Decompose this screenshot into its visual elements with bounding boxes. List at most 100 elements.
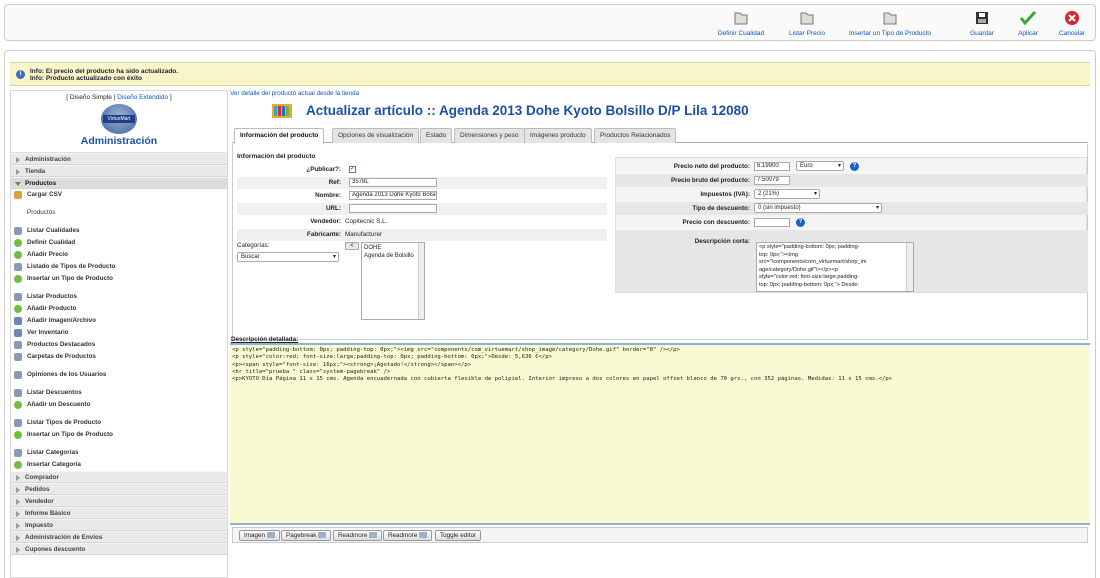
- net-price-row: Precio neto del producto: 6.19900 Euro ?: [616, 160, 1088, 173]
- content-area: Ver detalle del producto actual desde la…: [230, 90, 1090, 578]
- cancel-icon: [1065, 11, 1079, 25]
- tax-select[interactable]: 2 (21%): [754, 189, 820, 199]
- sidebar-item[interactable]: Añadir Imagen/Archivo: [11, 315, 227, 327]
- csv-icon: [14, 191, 22, 199]
- tab-status[interactable]: Estado: [420, 128, 453, 143]
- sidebar-section[interactable]: Pedidos: [11, 483, 227, 495]
- aplicar-button[interactable]: Aplicar: [1013, 9, 1043, 39]
- sidebar-item[interactable]: Productos Destacados: [11, 339, 227, 351]
- editor-button-bar: Imagen Pagebreak Readmore Readmore Toggl…: [232, 527, 1088, 543]
- sidebar-item[interactable]: Añadir un Descuento: [11, 399, 227, 411]
- manufacturer-value: Manufacturer: [345, 231, 383, 238]
- folder-icon: [734, 12, 748, 25]
- sidebar-item[interactable]: Ver Inventario: [11, 327, 227, 339]
- sidebar-section[interactable]: Cupones descuento: [11, 543, 227, 555]
- sidebar-item[interactable]: Insertar un Tipo de Producto: [11, 273, 227, 285]
- page-title: Actualizar artículo :: Agenda 2013 Dohe …: [306, 103, 749, 118]
- sidebar-item[interactable]: Cargar CSV: [11, 189, 227, 201]
- sidebar-section[interactable]: Informe Básico: [11, 507, 227, 519]
- sidebar-item[interactable]: Listar Descuentos: [11, 387, 227, 399]
- cancelar-button[interactable]: Cancelar: [1057, 9, 1087, 39]
- sidebar-item[interactable]: Productos: [11, 207, 227, 219]
- sidebar: [ Diseño Simple | Diseño Extendido ] Vir…: [10, 90, 228, 578]
- list-icon: [14, 389, 22, 397]
- discount-price-row: Precio con descuento: ?: [616, 216, 1088, 229]
- folder-icon: [883, 12, 897, 25]
- long-desc-label: Descripción detallada:: [231, 336, 299, 343]
- list-icon: [14, 353, 22, 361]
- category-list[interactable]: DOHE Agenda de Bolsillo: [361, 242, 425, 320]
- sidebar-item[interactable]: Listar Tipos de Producto: [11, 417, 227, 429]
- design-extended-link[interactable]: Diseño Extendido: [117, 94, 168, 101]
- virtuemart-logo: VirtueMart: [101, 104, 137, 134]
- sidebar-item[interactable]: Opiniones de los Usuarios: [11, 369, 227, 381]
- sidebar-item[interactable]: Listar Cualidades: [11, 225, 227, 237]
- sidebar-item[interactable]: Listar Categorías: [11, 447, 227, 459]
- sidebar-item[interactable]: Definir Cualidad: [11, 237, 227, 249]
- add-icon: [14, 401, 22, 409]
- folder-icon: [800, 12, 814, 25]
- net-price-input[interactable]: 6.19900: [754, 162, 790, 171]
- currency-select[interactable]: Euro: [796, 161, 844, 171]
- tab-display-options[interactable]: Opciones de visualización: [332, 128, 420, 143]
- sidebar-item[interactable]: Listar Productos: [11, 291, 227, 303]
- sidebar-item[interactable]: Insertar un Tipo de Producto: [11, 429, 227, 441]
- list-icon: [14, 293, 22, 301]
- sidebar-section[interactable]: Administración de Envíos: [11, 531, 227, 543]
- sidebar-section[interactable]: Productos: [11, 177, 227, 189]
- toggle-editor-button[interactable]: Toggle editor: [435, 530, 482, 541]
- definir-cualidad-button[interactable]: Definir Cualidad: [715, 9, 767, 39]
- store-view-link[interactable]: Ver detalle del producto actual desde la…: [230, 90, 359, 97]
- help-icon[interactable]: ?: [850, 162, 859, 171]
- listar-precio-button[interactable]: Listar Precio: [785, 9, 829, 39]
- guardar-button[interactable]: Guardar: [967, 9, 997, 39]
- ref-row: Ref: 3578L: [237, 177, 607, 189]
- sidebar-section[interactable]: Tienda: [11, 165, 227, 177]
- category-search-select[interactable]: Buscar: [237, 252, 339, 262]
- url-input[interactable]: [349, 204, 437, 213]
- help-icon[interactable]: ?: [796, 218, 805, 227]
- sidebar-item[interactable]: Carpetas de Productos: [11, 351, 227, 363]
- sidebar-section[interactable]: Comprador: [11, 471, 227, 483]
- url-row: URL:: [237, 203, 607, 215]
- gross-price-input[interactable]: 7.50079: [754, 176, 790, 185]
- readmore-button-2[interactable]: Readmore: [383, 530, 433, 541]
- ref-input[interactable]: 3578L: [349, 178, 437, 187]
- discount-type-select[interactable]: 0 (sin impuesto): [754, 203, 882, 213]
- long-desc-section: Descripción detallada: <p style="padding…: [230, 335, 1090, 525]
- sidebar-section[interactable]: Impuesto: [11, 519, 227, 531]
- pagebreak-button[interactable]: Pagebreak: [281, 530, 332, 541]
- sidebar-item[interactable]: Añadir Producto: [11, 303, 227, 315]
- publish-checkbox[interactable]: ✓: [349, 166, 356, 173]
- short-desc-scrollbar[interactable]: [906, 243, 913, 291]
- floppy-icon: [976, 12, 988, 24]
- design-simple-link[interactable]: Diseño Simple: [70, 94, 112, 101]
- discount-type-row: Tipo de descuento: 0 (sin impuesto): [616, 202, 1088, 215]
- insertar-tipo-producto-button[interactable]: Insertar un Tipo de Producto: [845, 9, 935, 39]
- image-button[interactable]: Imagen: [239, 530, 281, 541]
- product-icon: [272, 104, 292, 118]
- category-item[interactable]: DOHE: [364, 244, 422, 252]
- sidebar-section[interactable]: Vendedor: [11, 495, 227, 507]
- sidebar-item[interactable]: Insertar Categoría: [11, 459, 227, 471]
- sidebar-item[interactable]: Listado de Tipos de Producto: [11, 261, 227, 273]
- name-input[interactable]: Agenda 2013 Dohe Kyoto Bolsillo D/P Lila…: [349, 191, 437, 200]
- discount-price-input[interactable]: [754, 218, 790, 227]
- tab-product-info[interactable]: Información del producto: [234, 128, 325, 144]
- image-icon: [267, 532, 276, 538]
- tab-related[interactable]: Productos Relacionados: [594, 128, 677, 143]
- tab-images[interactable]: Imágenes producto: [524, 128, 592, 143]
- sidebar-section[interactable]: Administración: [11, 153, 227, 165]
- category-add-button[interactable]: <: [345, 242, 359, 250]
- tab-bar: Información del producto Opciones de vis…: [232, 128, 1088, 144]
- sidebar-item[interactable]: Añadir Precio: [11, 249, 227, 261]
- long-desc-editor[interactable]: <p style="padding-bottom: 0px; padding-t…: [230, 343, 1090, 525]
- category-item[interactable]: Agenda de Bolsillo: [364, 252, 422, 260]
- category-scrollbar[interactable]: [418, 243, 424, 319]
- readmore-button[interactable]: Readmore: [333, 530, 383, 541]
- tab-dimensions[interactable]: Dimensiones y peso: [454, 128, 525, 143]
- tax-row: Impuestos (IVA): 2 (21%): [616, 188, 1088, 201]
- publish-row: ¿Publicar?: ✓: [306, 166, 356, 173]
- toolbar: Definir Cualidad Listar Precio Insertar …: [4, 4, 1096, 41]
- short-desc-textarea[interactable]: <p style="padding-bottom: 0px; padding- …: [756, 242, 914, 292]
